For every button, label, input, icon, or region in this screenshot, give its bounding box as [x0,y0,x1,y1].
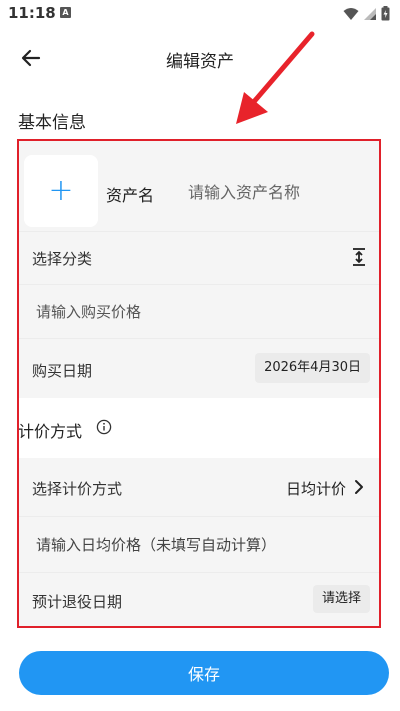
status-icons [343,6,390,21]
asset-name-row: + 资产名 [18,141,380,231]
status-time: 11:18 [8,4,56,22]
retire-date-row: 预计退役日期 请选择 [18,572,380,627]
retire-date-label: 预计退役日期 [32,593,123,611]
pricing-section-header: 计价方式 [18,398,380,458]
pricing-method-value: 日均计价 [285,480,346,498]
purchase-date-label: 购买日期 [32,362,93,380]
red-arrow-annotation [236,31,315,124]
wifi-icon [343,7,359,20]
purchase-price-row [18,284,380,338]
retire-date-picker[interactable]: 请选择 [312,585,370,613]
battery-charging-icon [381,6,390,21]
category-label: 选择分类 [32,250,93,268]
pricing-section-title: 计价方式 [18,422,83,441]
purchase-date-picker[interactable]: 2026年4月30日 [255,353,370,383]
page-title: 编辑资产 [166,52,234,72]
basic-info-section-title: 基本信息 [18,113,86,133]
daily-price-input[interactable] [36,533,366,557]
category-row[interactable]: 选择分类 [18,231,380,284]
asset-form: + 资产名 选择分类 购买日期 2026年4月30日 计价方式 选择计价方式 日… [18,141,380,627]
info-icon[interactable] [96,419,112,435]
asset-icon-picker[interactable]: + [24,155,98,227]
save-button[interactable]: 保存 [19,651,389,695]
purchase-date-row: 购买日期 2026年4月30日 [18,338,380,398]
expand-vertical-icon[interactable] [350,246,368,268]
plus-icon: + [48,173,74,208]
pricing-method-row[interactable]: 选择计价方式 日均计价 [18,458,380,516]
chevron-right-icon [355,480,363,494]
signal-icon [364,7,376,20]
daily-price-row [18,516,380,572]
asset-name-input[interactable] [188,179,368,205]
purchase-price-input[interactable] [36,300,356,324]
asset-name-label: 资产名 [106,186,155,205]
pricing-method-label: 选择计价方式 [32,480,123,498]
notification-badge: A [60,7,71,18]
status-bar: 11:18 A [0,0,400,28]
